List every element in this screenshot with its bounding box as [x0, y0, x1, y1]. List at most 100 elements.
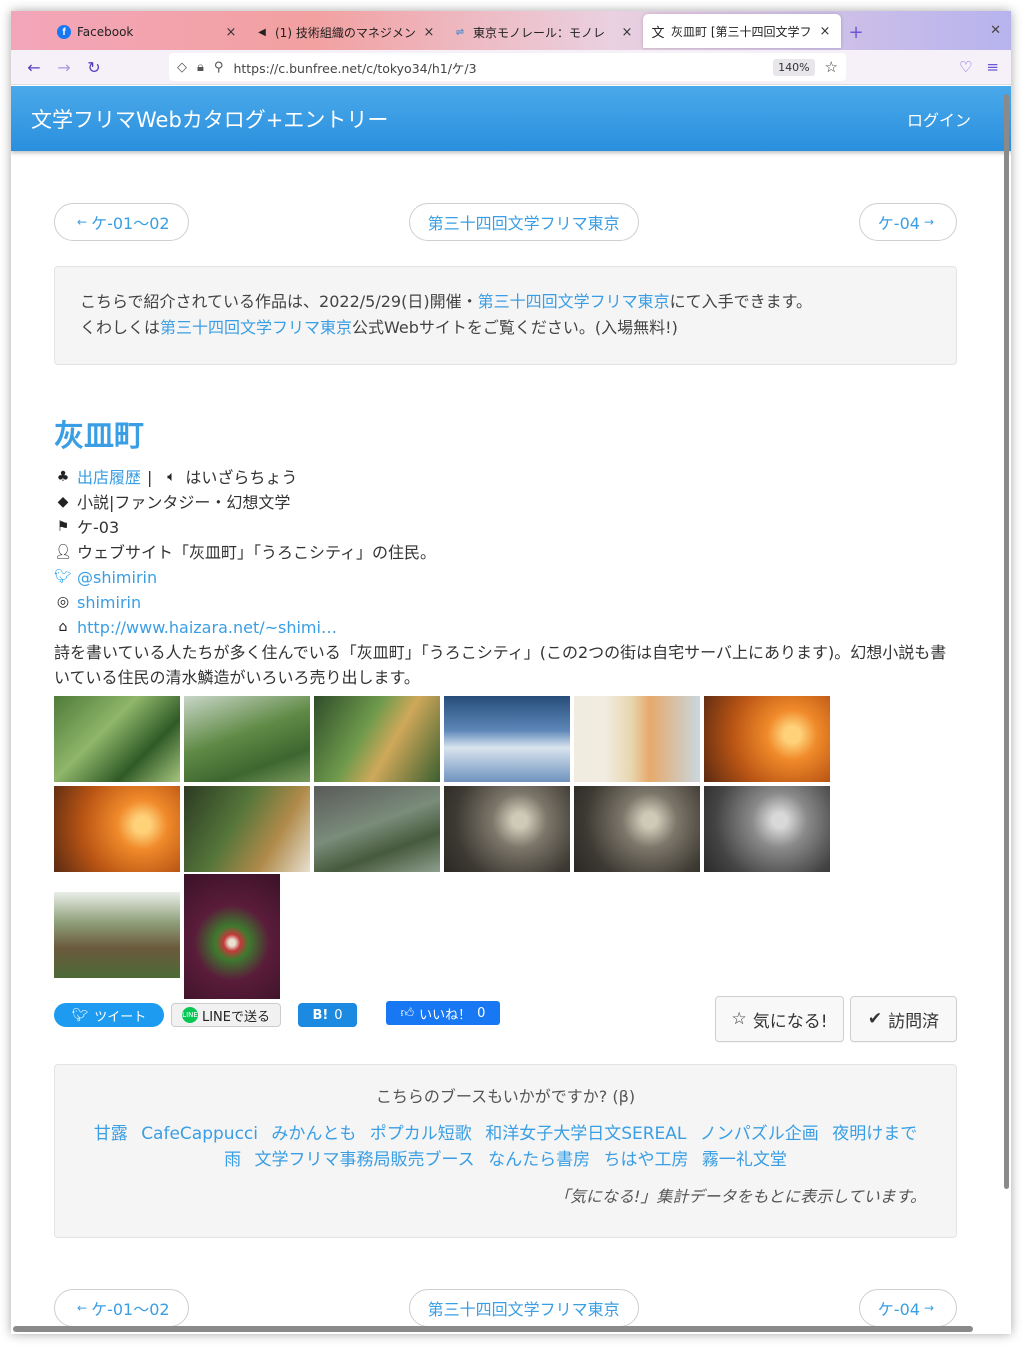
gallery-image[interactable] [314, 696, 440, 782]
next-booth-button[interactable]: ケ-04 → [858, 1289, 957, 1327]
tab-facebook[interactable]: f Facebook × [49, 14, 247, 50]
monorail-icon: ⇌ [455, 26, 465, 38]
line-icon: LINE [181, 1007, 198, 1023]
prev-booth-label: ケ-01〜02 [91, 214, 170, 233]
visited-label: 訪問済 [888, 1011, 940, 1032]
gallery-image[interactable] [184, 786, 310, 872]
vertical-scrollbar[interactable] [1003, 86, 1009, 1326]
gallery-image[interactable] [54, 892, 180, 978]
booth-link[interactable]: 霧一礼文堂 [702, 1150, 787, 1170]
horizontal-scrollbar[interactable] [13, 1326, 973, 1332]
hatena-count: 0 [334, 1007, 343, 1023]
booth-link[interactable]: ポプカル短歌 [370, 1124, 472, 1144]
tree-icon: ♣ [56, 469, 70, 485]
line-share-button[interactable]: LINE LINEで送る [171, 1003, 281, 1027]
booth-link[interactable]: ノンパズル企画 [700, 1124, 819, 1144]
arrow-left-icon: ← [77, 1301, 88, 1315]
site-brand[interactable]: 文学フリマWebカタログ+エントリー [31, 104, 388, 134]
bookmark-star-icon[interactable]: ☆ [825, 58, 838, 76]
lock-icon[interactable]: 🔒︎ [197, 60, 204, 75]
prev-booth-label: ケ-01〜02 [91, 1300, 170, 1319]
gallery-image[interactable] [444, 696, 570, 782]
favorite-label: 気になる! [752, 1011, 828, 1032]
history-link[interactable]: 出店履歴 [77, 465, 141, 490]
gallery-image[interactable] [704, 786, 830, 872]
next-booth-button[interactable]: ケ-04 → [858, 203, 957, 241]
booth-link[interactable]: 甘露 [94, 1124, 128, 1144]
url-text[interactable]: https://c.bunfree.net/c/tokyo34/h1/ケ/3 [233, 58, 773, 77]
shield-icon[interactable]: ◇ [177, 60, 187, 75]
close-icon[interactable]: × [619, 25, 635, 40]
close-icon[interactable]: × [421, 25, 437, 40]
forward-button[interactable]: → [49, 53, 79, 81]
gallery-image[interactable] [704, 696, 830, 782]
zoom-level[interactable]: 140% [773, 58, 815, 76]
gallery-image[interactable] [184, 696, 310, 782]
window-close-icon[interactable]: ✕ [990, 23, 1001, 38]
gallery-image[interactable] [184, 874, 280, 999]
hatena-label: B! [312, 1007, 329, 1023]
booth-link[interactable]: CafeCappucci [141, 1124, 258, 1144]
speaker-icon[interactable]: 🔈︎ [162, 465, 180, 490]
hatena-bookmark-button[interactable]: B! 0 [298, 1003, 357, 1027]
line-label: LINEで送る [201, 1009, 270, 1025]
pocket-icon[interactable]: ♡ [959, 58, 972, 76]
login-link[interactable]: ログイン [907, 107, 971, 131]
permissions-icon[interactable]: ⚲ [214, 60, 224, 75]
gallery-image[interactable] [444, 786, 570, 872]
tab-title: 灰皿町 [第三十四回文学フ [671, 24, 812, 39]
booth-link[interactable]: なんたら書房 [488, 1150, 590, 1170]
tab-monorail[interactable]: ⇌ 東京モノレール：モノレ × [445, 14, 643, 50]
prev-booth-button[interactable]: ← ケ-01〜02 [54, 1289, 189, 1327]
gallery-image[interactable] [54, 786, 180, 872]
reload-button[interactable]: ↻ [79, 53, 109, 81]
prev-booth-button[interactable]: ← ケ-01〜02 [54, 203, 189, 241]
gallery-image[interactable] [574, 786, 700, 872]
tab-title: (1) 技術組織のマネジメン [275, 25, 416, 40]
tab-management[interactable]: ◀ (1) 技術組織のマネジメン × [247, 14, 445, 50]
tab-haizara[interactable]: 文 灰皿町 [第三十四回文学フ × [643, 14, 841, 48]
booth-link[interactable]: 雨 [224, 1150, 241, 1170]
event-notice: こちらで紹介されている作品は、2022/5/29(日)開催・第三十四回文学フリマ… [54, 266, 957, 365]
instagram-link[interactable]: shimirin [77, 590, 141, 615]
favorite-button[interactable]: ☆ 気になる! [715, 996, 844, 1042]
gallery-image[interactable] [314, 786, 440, 872]
booth-link[interactable]: ちはや工房 [603, 1150, 688, 1170]
back-button[interactable]: ← [19, 53, 49, 81]
event-label: 第三十四回文学フリマ東京 [427, 214, 620, 233]
twitter-link[interactable]: @shimirin [77, 565, 157, 590]
tag-icon: ◆ [57, 494, 69, 510]
gallery-image[interactable] [574, 696, 700, 782]
browser-window: f Facebook × ◀ (1) 技術組織のマネジメン × ⇌ 東京モノレー… [11, 11, 1011, 1334]
facebook-like-button[interactable]: 👍︎ いいね！ 0 [386, 1001, 500, 1025]
instagram-row: ◎ shimirin [54, 590, 957, 615]
visited-button[interactable]: ✔ 訪問済 [850, 996, 957, 1042]
booth-link[interactable]: 和洋女子大学日文SEREAL [485, 1124, 686, 1144]
event-site-link[interactable]: 第三十四回文学フリマ東京 [160, 318, 352, 337]
url-bar[interactable]: ◇ 🔒︎ ⚲ https://c.bunfree.net/c/tokyo34/h… [169, 53, 846, 81]
event-link[interactable]: 第三十四回文学フリマ東京 [478, 292, 670, 311]
event-button[interactable]: 第三十四回文学フリマ東京 [408, 203, 639, 241]
booth-row: ⚑ ケ-03 [54, 515, 957, 540]
booth-link[interactable]: 夜明けまで [832, 1124, 917, 1144]
scrollbar-thumb[interactable] [1004, 94, 1009, 1189]
close-icon[interactable]: × [817, 24, 833, 39]
website-link[interactable]: http://www.haizara.net/~shimi… [77, 615, 337, 640]
tab-title: 東京モノレール：モノレ [473, 25, 606, 40]
booth-link[interactable]: 文学フリマ事務局販売ブース [255, 1150, 475, 1170]
close-icon[interactable]: × [223, 25, 239, 40]
booth-list: 甘露 CafeCappucci みかんとも ポプカル短歌 和洋女子大学日文SER… [75, 1121, 936, 1173]
event-button[interactable]: 第三十四回文学フリマ東京 [408, 1289, 639, 1327]
booth-link[interactable]: みかんとも [271, 1124, 356, 1144]
gallery-image[interactable] [54, 696, 180, 782]
tweet-button[interactable]: 🐦︎ ツイート [54, 1003, 164, 1027]
fb-like-label: いいね！ [419, 1007, 472, 1023]
suggested-booths: こちらのブースもいかがですか? (β) 甘露 CafeCappucci みかんと… [54, 1064, 957, 1238]
menu-icon[interactable]: ≡ [986, 58, 999, 76]
website-row: ⌂ http://www.haizara.net/~shimi… [54, 615, 957, 640]
tab-bar: f Facebook × ◀ (1) 技術組織のマネジメン × ⇌ 東京モノレー… [11, 11, 1011, 50]
home-icon: ⌂ [58, 619, 68, 635]
new-tab-button[interactable]: + [841, 16, 871, 50]
notice-text: にて入手できます。 [669, 292, 812, 311]
facebook-icon: f [57, 25, 71, 39]
